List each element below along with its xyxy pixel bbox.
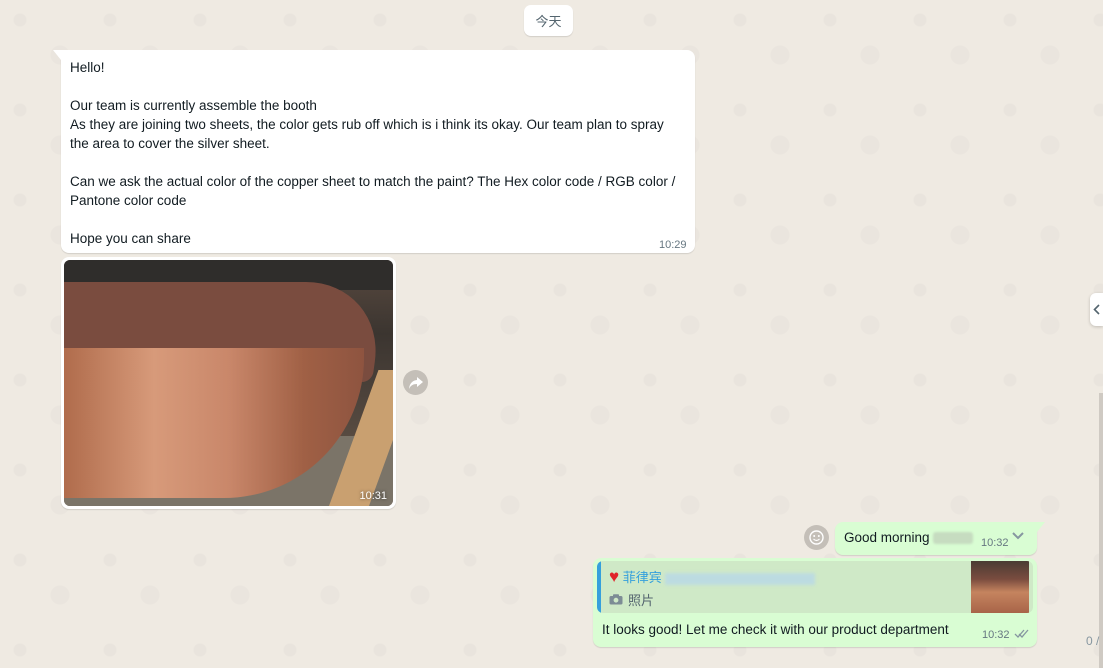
redacted-name — [665, 572, 816, 585]
page-indicator: 0 / — [1086, 634, 1100, 648]
image-time: 10:31 — [359, 490, 387, 502]
chevron-left-icon — [1093, 304, 1100, 315]
incoming-image-message[interactable]: 10:31 — [61, 257, 396, 509]
double-check-icon — [1014, 629, 1029, 638]
message-text: It looks good! Let me check it with our … — [602, 622, 949, 637]
quote-thumbnail — [971, 561, 1029, 613]
heart-icon: ♥ — [609, 567, 620, 586]
copper-booth-photo[interactable]: 10:31 — [64, 260, 393, 506]
quoted-message[interactable]: ♥ 菲律宾 照片 — [597, 561, 1033, 613]
outgoing-message[interactable]: Good morning 10:32 — [835, 522, 1045, 555]
redacted-name — [933, 532, 974, 545]
message-text-content: Good morning — [844, 530, 930, 545]
message-text: Good morning — [844, 530, 974, 545]
message-time: 10:29 — [659, 239, 687, 251]
camera-icon — [609, 594, 623, 605]
quote-kind: 照片 — [609, 590, 654, 609]
chevron-down-icon[interactable] — [1011, 531, 1025, 541]
side-panel-toggle[interactable] — [1090, 293, 1103, 326]
quote-accent-bar — [597, 561, 601, 613]
outgoing-reply-message[interactable]: ♥ 菲律宾 照片 It looks good! Let me check it … — [593, 558, 1037, 647]
date-separator: 今天 — [524, 5, 573, 36]
quote-kind-label: 照片 — [628, 594, 655, 609]
emoji-reaction-icon[interactable] — [804, 525, 829, 550]
forward-icon[interactable] — [403, 370, 428, 395]
message-time: 10:32 — [981, 537, 1009, 549]
message-text: Hello! Our team is currently assemble th… — [70, 60, 676, 246]
quote-author-name: 菲律宾 — [622, 570, 662, 585]
incoming-message[interactable]: Hello! Our team is currently assemble th… — [53, 50, 695, 253]
scrollbar[interactable] — [1099, 393, 1103, 668]
message-time: 10:32 — [982, 629, 1010, 641]
quote-author: ♥ 菲律宾 — [609, 567, 816, 587]
